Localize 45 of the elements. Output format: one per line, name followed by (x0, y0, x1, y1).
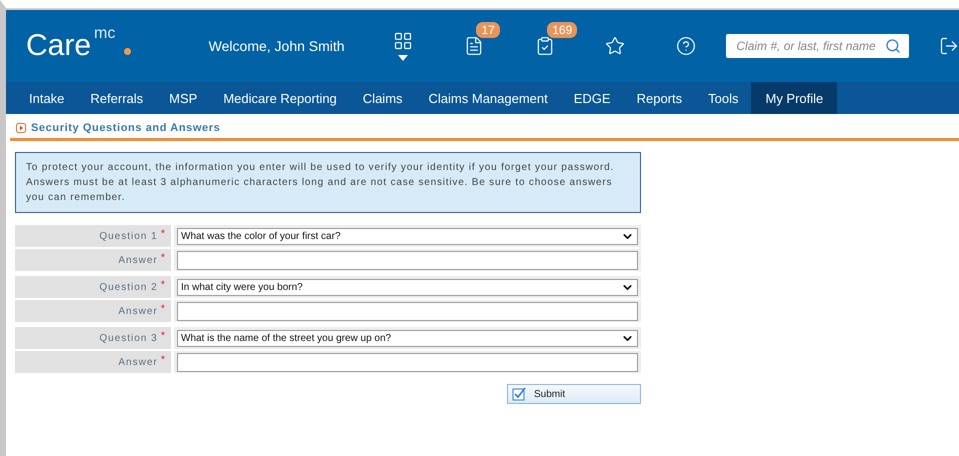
question-select[interactable]: In what city were you born? (177, 278, 638, 296)
required-mark: * (160, 252, 165, 264)
nav-tab[interactable]: My Profile (751, 82, 838, 114)
section-bullet-icon (16, 123, 26, 133)
checkbox-icon (512, 387, 526, 401)
search-icon[interactable] (885, 38, 902, 54)
logout-icon[interactable] (939, 36, 959, 56)
nav-tab[interactable]: Claims Management (416, 82, 561, 114)
question-label: Question 3 (99, 332, 158, 344)
nav-tab[interactable]: Medicare Reporting (210, 82, 350, 114)
nav-tab[interactable]: Tools (695, 82, 752, 114)
nav-tab[interactable]: Referrals (77, 82, 156, 114)
answer-label: Answer (118, 356, 158, 368)
nav-tab[interactable]: EDGE (560, 82, 624, 114)
required-mark: * (160, 228, 165, 240)
required-mark: * (160, 279, 165, 291)
answer-field[interactable] (177, 250, 638, 270)
nav-tab[interactable]: Claims (350, 82, 416, 114)
required-mark: * (160, 330, 165, 342)
help-icon[interactable] (676, 36, 696, 56)
count-badge: 17 (476, 22, 500, 38)
question-label: Question 1 (99, 230, 158, 242)
search-field[interactable]: Claim #, or last, first name (726, 34, 910, 58)
question-select[interactable]: What is the name of the street you grew up on? (177, 330, 638, 346)
info-text: To protect your account, the information you enter will be used to verify your identity if you forget your password. Answers must be at least 3 alphanumeric characters long and are not case sensitive. Be sure to choose answers you can remember. (15, 152, 641, 213)
logo-superscript: mc (94, 26, 116, 42)
logo-dot-icon (124, 48, 131, 55)
nav-tab[interactable]: Intake (16, 82, 78, 114)
welcome-text: Welcome, John Smith (208, 38, 346, 54)
count-badge: 169 (547, 22, 578, 38)
submit-button[interactable]: Submit (507, 384, 641, 404)
apps-grid-icon[interactable] (393, 31, 414, 61)
answer-field[interactable] (177, 352, 638, 372)
answer-label: Answer (118, 306, 158, 316)
question-label: Question 2 (99, 282, 158, 292)
question-select[interactable]: What was the color of your first car? (177, 228, 638, 244)
required-mark: * (160, 303, 165, 315)
required-mark: * (160, 354, 165, 366)
star-icon[interactable] (605, 36, 626, 56)
section-title: Security Questions and Answers (31, 122, 220, 134)
logo-text: Care (26, 30, 92, 62)
answer-field[interactable] (177, 302, 638, 320)
answer-label: Answer (118, 254, 158, 266)
nav-tab[interactable]: MSP (156, 82, 210, 114)
nav-tab[interactable]: Reports (624, 82, 696, 114)
